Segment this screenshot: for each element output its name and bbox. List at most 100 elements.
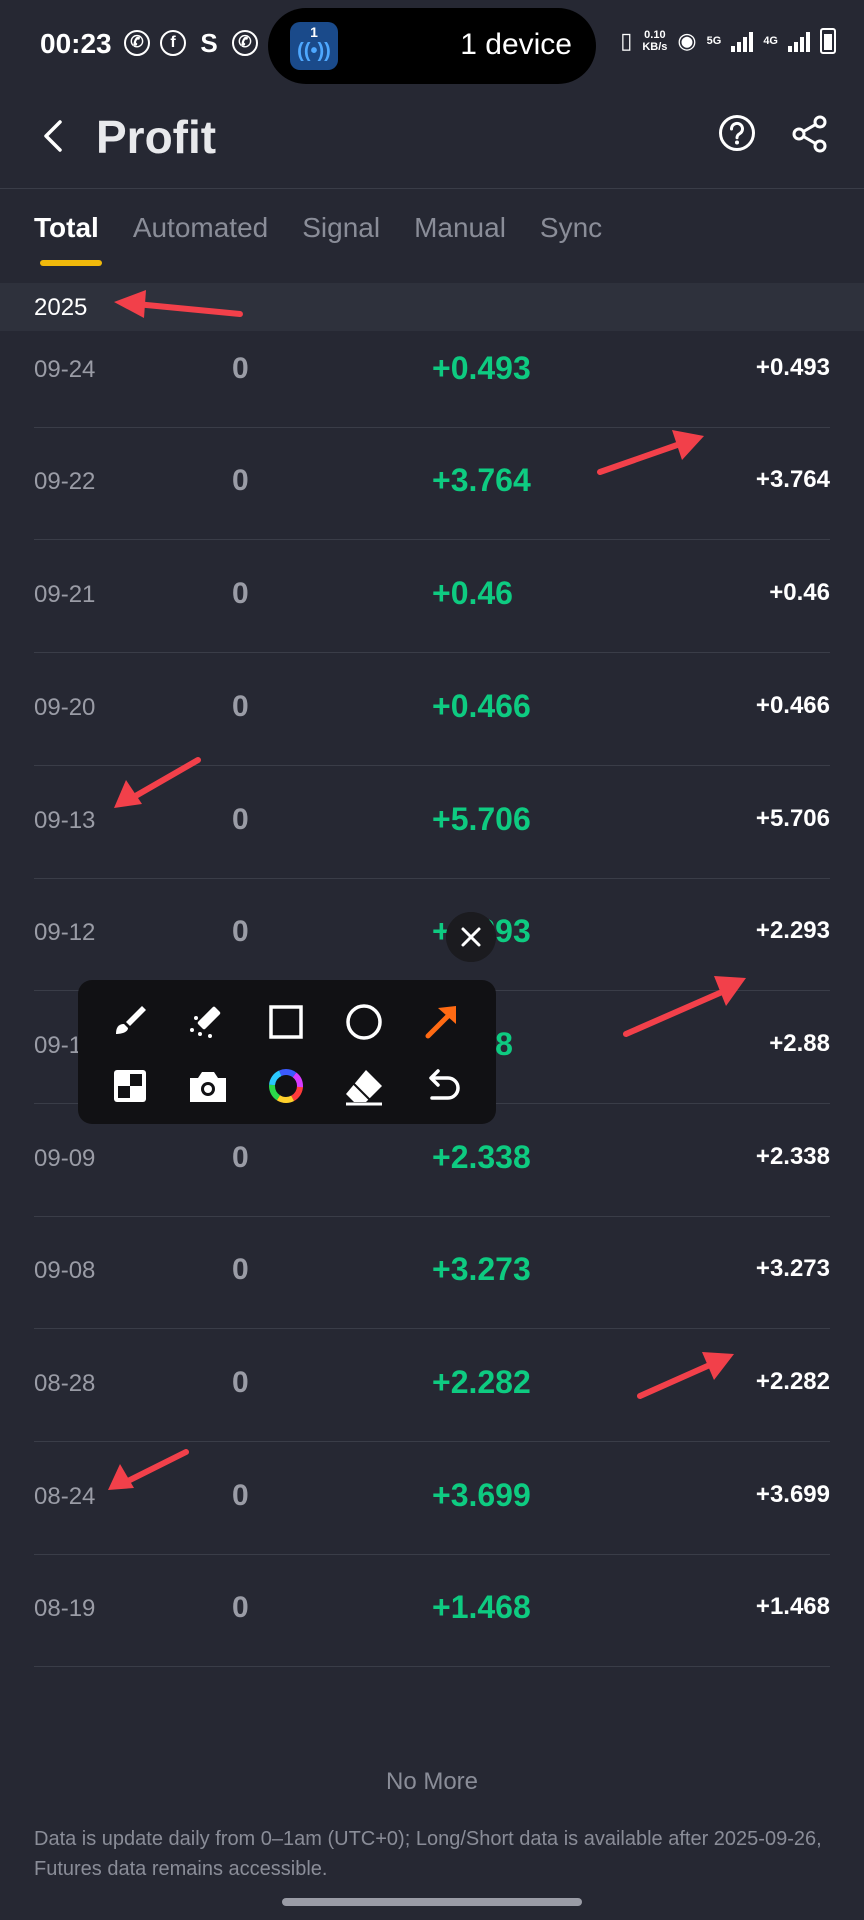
profit-row[interactable]: 09-120+2.293+2.293 [0, 879, 864, 992]
row-pnl: +5.706 [432, 800, 531, 837]
profit-row[interactable]: 09-24 0 +0.493 +0.493 [0, 316, 864, 428]
row-total: +2.338 [755, 1142, 830, 1170]
signal-icon [731, 30, 754, 52]
tab-signal[interactable]: Signal [302, 212, 380, 244]
row-total: +3.699 [755, 1480, 830, 1508]
s-app-icon: S [200, 28, 218, 58]
row-pnl: +2.282 [432, 1364, 531, 1400]
row-count: 0 [232, 577, 249, 611]
tab-automated[interactable]: Automated [133, 212, 268, 244]
row-count: 0 [232, 1478, 249, 1512]
row-date: 08-28 [34, 1370, 96, 1397]
network-4g: 4G [763, 35, 778, 47]
magic-marker-icon[interactable] [180, 994, 236, 1050]
row-count: 0 [232, 689, 249, 723]
profit-row[interactable]: 09-08 0 +3.273 +3.273 [0, 1217, 864, 1330]
row-date: 08-19 [34, 1595, 96, 1623]
row-date: 09-13 [34, 806, 96, 834]
row-pnl: +0.493 [432, 349, 531, 386]
row-count: 0 [232, 915, 249, 949]
row-total: +3.764 [755, 466, 830, 494]
list-footer: No More Data is update daily from 0–1am … [0, 1738, 864, 1920]
circle-icon[interactable] [336, 994, 392, 1050]
whatsapp-business-icon: ✆ [232, 30, 258, 56]
year-label: 2025 [34, 294, 88, 321]
row-date: 09-09 [34, 1144, 96, 1172]
page-header: Profit [0, 96, 864, 186]
row-pnl: +4.625 [432, 270, 531, 274]
row-count: 0 [232, 1366, 249, 1399]
row-divider [34, 1666, 830, 1668]
signal-icon [788, 30, 810, 52]
row-pnl: +0.466 [432, 687, 531, 724]
profit-row[interactable]: 08-19 0 +1.468 +1.468 [0, 1555, 864, 1668]
hotspot-icon: ◉ [677, 28, 697, 53]
dynamic-island[interactable]: 1 ((•)) 1 device [268, 8, 596, 84]
back-arrow-icon[interactable] [34, 116, 74, 156]
row-pnl: +3.699 [432, 1476, 531, 1513]
row-pnl: +3.764 [432, 462, 531, 499]
year-header: 2025 [0, 283, 864, 331]
tab-sync[interactable]: Sync [540, 212, 602, 244]
profit-row[interactable]: 09-21 0 +0.46 +0.46 [0, 541, 864, 654]
profit-row[interactable]: 08-28 0 +2.282 +2.282 [0, 1330, 864, 1442]
rectangle-icon[interactable] [258, 994, 314, 1050]
profit-row[interactable]: 09-13 0 +5.706 +5.706 [0, 767, 864, 879]
data-update-note: Data is update daily from 0–1am (UTC+0);… [34, 1828, 822, 1880]
profit-row[interactable]: 08-24 0 +3.699 +3.699 [0, 1443, 864, 1555]
profit-tabs: Total Automated Signal Manual Sync [34, 212, 602, 266]
row-pnl: +1.468 [432, 1589, 531, 1626]
no-more-label: No More [385, 1768, 479, 1795]
row-date: 09-20 [34, 693, 96, 721]
row-count: 0 [232, 1253, 249, 1287]
status-bar: 00:23 ✆ f S ✆ 1 ((•)) 1 device ▯ 0.10 KB… [0, 0, 864, 90]
annotation-toolbar [78, 980, 496, 1124]
home-indicator[interactable] [282, 1898, 582, 1906]
arrow-icon[interactable] [414, 994, 470, 1050]
row-date: 09-24 [34, 355, 96, 383]
row-date: 08-24 [34, 1482, 96, 1510]
row-count: 0 [232, 802, 249, 836]
share-icon[interactable] [790, 114, 830, 154]
undo-icon[interactable] [414, 1058, 470, 1114]
island-badge: 1 [310, 24, 318, 40]
vibrate-icon: ▯ [620, 28, 633, 53]
camera-icon[interactable] [180, 1058, 236, 1114]
page-title: Profit [96, 111, 217, 163]
profit-row[interactable]: 09-20 0 +0.466 +0.466 [0, 654, 864, 766]
status-right: ▯ 0.10 KB/s ◉ 5G 4G [620, 28, 836, 54]
row-date: 09-21 [34, 581, 96, 609]
tab-total[interactable]: Total [34, 212, 102, 266]
row-total: +2.282 [755, 1368, 830, 1395]
row-pnl: +0.46 [432, 575, 513, 612]
island-text: 1 device [460, 28, 572, 61]
help-icon[interactable] [718, 114, 756, 152]
row-total: +2.293 [755, 917, 830, 945]
row-date: 09-26 [34, 270, 95, 271]
eraser-icon[interactable] [336, 1058, 392, 1114]
row-date: 09-22 [34, 468, 96, 496]
profit-row[interactable]: 09-22 0 +3.764 +3.764 [0, 428, 864, 541]
facebook-icon: f [160, 30, 186, 56]
row-count: 0 [232, 351, 249, 385]
brush-icon[interactable] [102, 994, 158, 1050]
status-time: 00:23 [40, 28, 112, 59]
mosaic-icon[interactable] [102, 1058, 158, 1114]
row-count: 0 [232, 464, 249, 498]
row-count: 0 [232, 1140, 249, 1174]
row-total: +3.273 [755, 1255, 830, 1283]
close-annotation-button[interactable] [446, 912, 496, 962]
tab-manual[interactable]: Manual [414, 212, 506, 244]
broadcast-icon: 1 ((•)) [290, 22, 338, 70]
whatsapp-icon: ✆ [124, 30, 150, 56]
row-total: +5.706 [755, 804, 830, 832]
row-total: +0.466 [755, 691, 830, 719]
network-5g: 5G [706, 35, 722, 47]
row-total: +1.468 [755, 1593, 830, 1621]
row-total: +0.493 [755, 353, 830, 381]
color-wheel-icon[interactable] [258, 1058, 314, 1114]
row-count: 0 [232, 270, 249, 273]
notification-icons: ✆ f S ✆ [124, 30, 258, 56]
header-divider [0, 188, 864, 189]
row-pnl: +3.273 [432, 1251, 531, 1288]
